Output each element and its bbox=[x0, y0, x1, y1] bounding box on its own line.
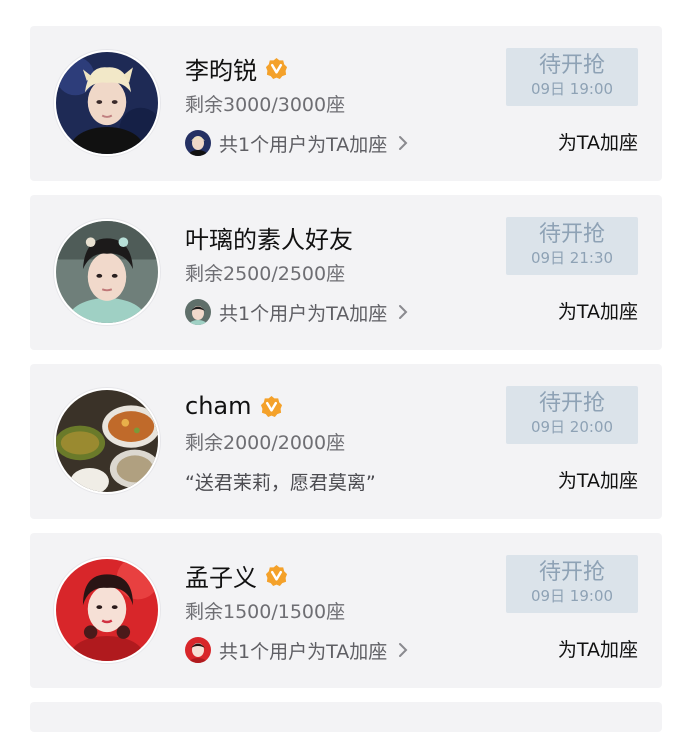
chevron-right-icon bbox=[397, 641, 409, 659]
user-name: 李昀锐 bbox=[185, 56, 257, 85]
seat-card[interactable]: cham 剩余2000/2000座 “送君茉莉，愿君莫离” 待开抢 09日 20… bbox=[30, 364, 662, 519]
supporters-text: 共1个用户为TA加座 bbox=[219, 302, 388, 325]
supporter-avatar bbox=[185, 299, 211, 325]
supporters-text: 共1个用户为TA加座 bbox=[219, 133, 388, 156]
status-time: 09日 19:00 bbox=[530, 587, 614, 605]
verified-badge-icon bbox=[260, 395, 283, 418]
supporters-link[interactable]: 共1个用户为TA加座 bbox=[185, 634, 409, 666]
seats-remaining: 剩余3000/3000座 bbox=[185, 94, 346, 116]
name-row: 孟子义 bbox=[185, 555, 288, 595]
chevron-right-icon bbox=[397, 303, 409, 321]
status-time: 09日 19:00 bbox=[530, 80, 614, 98]
seat-card[interactable]: 孟子义 剩余1500/1500座 共1个用户为TA加座 待开抢 09日 19:0… bbox=[30, 533, 662, 688]
seats-remaining: 剩余2000/2000座 bbox=[185, 432, 346, 454]
add-seat-button[interactable]: 为TA加座 bbox=[558, 634, 638, 666]
supporter-avatar bbox=[185, 637, 211, 663]
add-seat-button[interactable]: 为TA加座 bbox=[558, 465, 638, 497]
name-row: 李昀锐 bbox=[185, 48, 288, 88]
chevron-right-icon bbox=[397, 134, 409, 152]
signature-quote: “送君茉莉，愿君莫离” bbox=[185, 471, 376, 494]
seat-card[interactable]: 叶璃的素人好友 剩余2500/2500座 共1个用户为TA加座 待开抢 09日 … bbox=[30, 195, 662, 350]
user-name: 孟子义 bbox=[185, 563, 257, 592]
add-seat-button[interactable]: 为TA加座 bbox=[558, 296, 638, 328]
supporter-avatar bbox=[185, 130, 211, 156]
seats-remaining: 剩余1500/1500座 bbox=[185, 601, 346, 623]
status-label: 待开抢 bbox=[538, 391, 605, 416]
avatar[interactable] bbox=[54, 219, 160, 325]
name-row: 叶璃的素人好友 bbox=[185, 217, 353, 257]
status-time: 09日 20:00 bbox=[530, 418, 614, 436]
avatar[interactable] bbox=[54, 557, 160, 663]
pending-status-button[interactable]: 待开抢 09日 21:30 bbox=[506, 217, 638, 275]
pending-status-button[interactable]: 待开抢 09日 19:00 bbox=[506, 555, 638, 613]
supporters-link[interactable]: 共1个用户为TA加座 bbox=[185, 296, 409, 328]
supporters-link[interactable]: 共1个用户为TA加座 bbox=[185, 127, 409, 159]
avatar[interactable] bbox=[54, 388, 160, 494]
seat-card[interactable]: 李昀锐 剩余3000/3000座 共1个用户为TA加座 待开抢 09日 19:0… bbox=[30, 26, 662, 181]
supporters-text: 共1个用户为TA加座 bbox=[219, 640, 388, 663]
status-time: 09日 21:30 bbox=[530, 249, 614, 267]
status-label: 待开抢 bbox=[538, 222, 605, 247]
verified-badge-icon bbox=[265, 564, 288, 587]
avatar[interactable] bbox=[54, 50, 160, 156]
status-label: 待开抢 bbox=[538, 560, 605, 585]
pending-status-button[interactable]: 待开抢 09日 20:00 bbox=[506, 386, 638, 444]
user-name: 叶璃的素人好友 bbox=[185, 225, 353, 254]
pending-status-button[interactable]: 待开抢 09日 19:00 bbox=[506, 48, 638, 106]
verified-badge-icon bbox=[265, 57, 288, 80]
add-seat-button[interactable]: 为TA加座 bbox=[558, 127, 638, 159]
user-name: cham bbox=[185, 392, 252, 420]
seat-card-partial[interactable] bbox=[30, 702, 662, 732]
seats-remaining: 剩余2500/2500座 bbox=[185, 263, 346, 285]
name-row: cham bbox=[185, 386, 283, 426]
status-label: 待开抢 bbox=[538, 53, 605, 78]
